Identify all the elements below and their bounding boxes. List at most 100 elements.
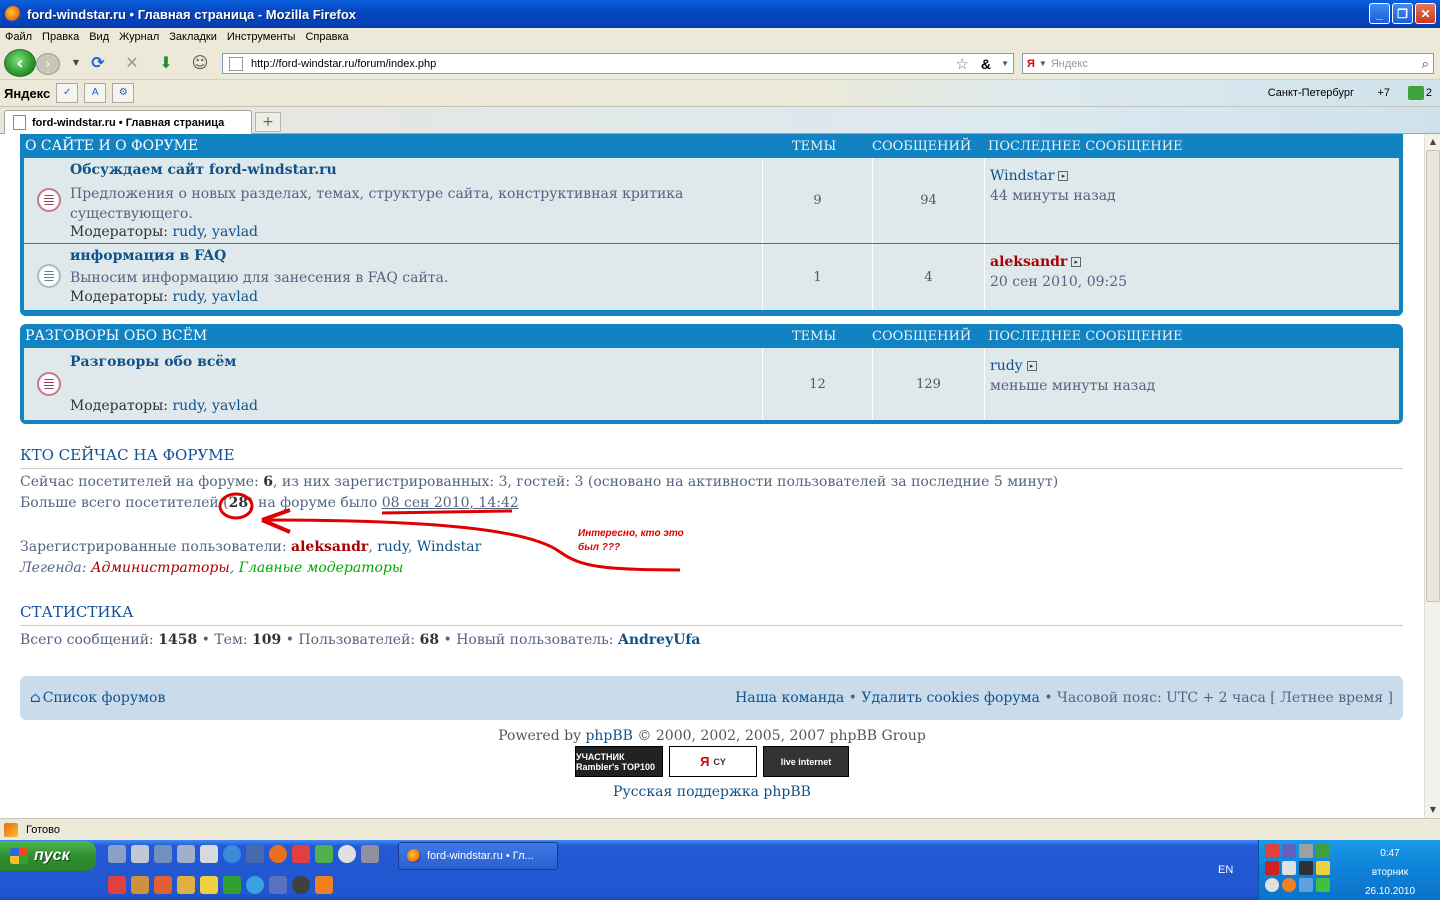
quicklaunch-app-icon[interactable]: [315, 845, 333, 863]
forward-button[interactable]: ›: [36, 53, 60, 75]
quicklaunch-app-icon[interactable]: [108, 845, 126, 863]
close-button[interactable]: ✕: [1415, 3, 1436, 24]
quicklaunch-vlc-icon[interactable]: [315, 876, 333, 894]
liveinternet-counter[interactable]: live internet: [763, 746, 849, 777]
go-to-post-icon[interactable]: ▸: [1058, 171, 1069, 181]
scrollbar-thumb[interactable]: [1426, 150, 1440, 602]
tray-app-icon[interactable]: [1282, 861, 1296, 875]
quicklaunch-app-icon[interactable]: [108, 876, 126, 894]
quicklaunch-app-icon[interactable]: [154, 876, 172, 894]
moderators-links[interactable]: rudy, yavlad: [172, 289, 258, 305]
go-to-post-icon[interactable]: ▸: [1071, 257, 1082, 267]
team-link[interactable]: Наша команда: [735, 690, 844, 706]
window-titlebar[interactable]: ford-windstar.ru • Главная страница - Mo…: [0, 0, 1440, 28]
scroll-up-icon[interactable]: ▲: [1425, 134, 1440, 150]
quicklaunch-app-icon[interactable]: [177, 845, 195, 863]
yandex-cy-counter[interactable]: Я CY: [669, 746, 757, 777]
bookmark-star-icon[interactable]: ☆: [956, 55, 969, 73]
clock[interactable]: 0:47 вторник 26.10.2010: [1350, 844, 1430, 900]
menu-history[interactable]: Журнал: [114, 31, 164, 43]
quicklaunch-app-icon[interactable]: [292, 876, 310, 894]
weather-city[interactable]: Санкт-Петербург: [1268, 87, 1354, 99]
chat-icon[interactable]: ☺: [190, 54, 210, 72]
stop-icon[interactable]: ✕: [122, 54, 142, 72]
menu-help[interactable]: Справка: [300, 31, 353, 43]
spellcheck-icon[interactable]: ✓: [56, 83, 79, 103]
search-icon[interactable]: ⌕: [1422, 56, 1429, 72]
history-dropdown-icon[interactable]: ▼: [66, 54, 86, 72]
maximize-button[interactable]: ❐: [1392, 3, 1413, 24]
url-bar[interactable]: http://ford-windstar.ru/forum/index.php …: [222, 53, 1014, 74]
legend-admins-link[interactable]: Администраторы: [91, 560, 230, 576]
quicklaunch-app-icon[interactable]: [200, 845, 218, 863]
stats-newuser-link[interactable]: AndreyUfa: [618, 632, 701, 648]
tray-app-icon[interactable]: [1282, 844, 1296, 858]
new-tab-button[interactable]: +: [255, 112, 281, 132]
legend-gmods-link[interactable]: Главные модераторы: [239, 560, 404, 576]
user-link[interactable]: rudy: [377, 539, 408, 555]
quicklaunch-firefox-icon[interactable]: [269, 845, 287, 863]
url-dropdown-icon[interactable]: ▼: [1001, 59, 1009, 68]
scroll-down-icon[interactable]: ▼: [1425, 802, 1440, 818]
category-title[interactable]: РАЗГОВОРЫ ОБО ВСЁМ: [25, 328, 207, 344]
quicklaunch-skype-icon[interactable]: [246, 876, 264, 894]
quicklaunch-app-icon[interactable]: [246, 845, 264, 863]
quicklaunch-app-icon[interactable]: [177, 876, 195, 894]
forum-title[interactable]: информация в FAQ: [70, 248, 226, 264]
last-post-user[interactable]: rudy: [990, 358, 1023, 374]
translate-icon[interactable]: A: [84, 83, 107, 103]
moderators-links[interactable]: rudy, yavlad: [172, 224, 258, 240]
language-indicator[interactable]: EN: [1218, 864, 1233, 876]
taskbar-firefox-window[interactable]: ford-windstar.ru • Гл...: [398, 842, 558, 870]
tray-lang-icon[interactable]: [1265, 861, 1279, 875]
tray-app-icon[interactable]: [1265, 844, 1279, 858]
user-link[interactable]: aleksandr: [291, 539, 368, 555]
menu-view[interactable]: Вид: [84, 31, 114, 43]
search-engine-dropdown-icon[interactable]: ▼: [1039, 59, 1047, 68]
menu-edit[interactable]: Правка: [37, 31, 84, 43]
go-to-post-icon[interactable]: ▸: [1026, 361, 1037, 371]
russian-support-link[interactable]: Русская поддержка phpBB: [0, 784, 1424, 800]
tray-app-icon[interactable]: [1316, 844, 1330, 858]
quicklaunch-app-icon[interactable]: [131, 845, 149, 863]
forum-index-link[interactable]: ⌂ Список форумов: [30, 690, 165, 706]
user-link[interactable]: Windstar: [417, 539, 481, 555]
tray-network-icon[interactable]: [1299, 878, 1313, 892]
quicklaunch-ie-icon[interactable]: [223, 845, 241, 863]
search-bar[interactable]: Я ▼ Яндекс ⌕: [1022, 53, 1434, 74]
search-engine-label[interactable]: Я: [1027, 58, 1035, 70]
back-button[interactable]: ‹: [4, 49, 36, 77]
tray-app-icon[interactable]: [1299, 844, 1313, 858]
quicklaunch-app-icon[interactable]: [223, 876, 241, 894]
last-post-user[interactable]: aleksandr: [990, 254, 1067, 270]
rambler-counter[interactable]: УЧАСТНИК Rambler's TOP100: [575, 746, 663, 777]
quicklaunch-app-icon[interactable]: [154, 845, 172, 863]
quicklaunch-app-icon[interactable]: [200, 876, 218, 894]
quicklaunch-app-icon[interactable]: [269, 876, 287, 894]
tab-main-page[interactable]: ford-windstar.ru • Главная страница: [4, 110, 252, 134]
reload-icon[interactable]: ⟳: [88, 54, 108, 72]
menu-bookmarks[interactable]: Закладки: [164, 31, 222, 43]
tools-icon[interactable]: ⚙: [112, 83, 135, 103]
tray-app-icon[interactable]: [1316, 861, 1330, 875]
tray-app-icon[interactable]: [1316, 878, 1330, 892]
yandex-logo[interactable]: Яндекс: [4, 86, 50, 101]
tray-app-icon[interactable]: [1265, 878, 1279, 892]
quicklaunch-app-icon[interactable]: [131, 876, 149, 894]
download-icon[interactable]: ⬇: [156, 54, 176, 72]
quicklaunch-opera-icon[interactable]: [292, 845, 310, 863]
menu-file[interactable]: Файл: [0, 31, 37, 43]
forum-title[interactable]: Разговоры обо всём: [70, 354, 236, 370]
minimize-button[interactable]: _: [1369, 3, 1390, 24]
menu-tools[interactable]: Инструменты: [222, 31, 301, 43]
ampersand-icon[interactable]: &: [981, 56, 991, 72]
forum-title[interactable]: Обсуждаем сайт ford-windstar.ru: [70, 162, 337, 178]
phpbb-link[interactable]: phpBB: [585, 728, 633, 744]
tray-app-icon[interactable]: [1282, 878, 1296, 892]
delete-cookies-link[interactable]: Удалить cookies форума: [861, 690, 1040, 706]
mail-indicator[interactable]: 2: [1407, 86, 1432, 100]
moderators-links[interactable]: rudy, yavlad: [172, 398, 258, 414]
last-post-user[interactable]: Windstar: [990, 168, 1054, 184]
vertical-scrollbar[interactable]: ▲ ▼: [1424, 134, 1440, 818]
quicklaunch-app-icon[interactable]: [338, 845, 356, 863]
